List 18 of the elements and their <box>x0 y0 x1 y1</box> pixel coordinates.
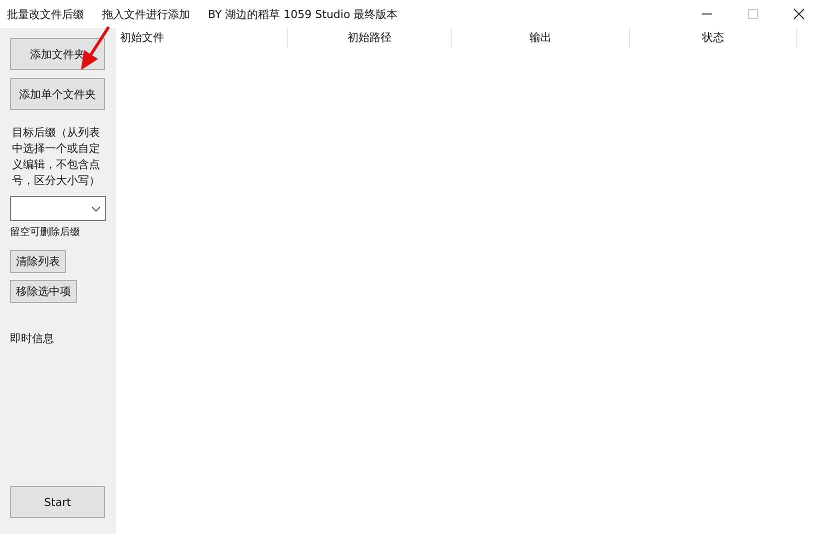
suffix-hint: 留空可删除后缀 <box>10 226 81 239</box>
suffix-combo-box[interactable] <box>10 196 106 221</box>
info-label: 即时信息 <box>10 331 55 346</box>
clear-list-button[interactable]: 清除列表 <box>10 250 66 273</box>
add-folder-button[interactable]: 添加文件夹 <box>10 38 105 70</box>
add-single-folder-button[interactable]: 添加单个文件夹 <box>10 78 105 110</box>
column-header[interactable]: 状态 <box>630 28 797 48</box>
column-header[interactable]: 初始文件 <box>116 28 288 48</box>
suffix-label: 目标后缀（从列表中选择一个或自定义编辑，不包含点号，区分大小写） <box>12 125 101 189</box>
window-title: 批量改文件后缀 <box>7 6 84 22</box>
remove-selected-button[interactable]: 移除选中项 <box>10 280 77 303</box>
chevron-down-icon <box>91 206 101 212</box>
title-text: BY 湖边的稻草 1059 Studio 最终版本 <box>208 6 398 22</box>
column-header[interactable]: 初始路径 <box>288 28 452 48</box>
title-text: 拖入文件进行添加 <box>102 6 190 22</box>
close-icon[interactable] <box>793 8 805 20</box>
column-header[interactable]: 输出 <box>452 28 630 48</box>
start-button[interactable]: Start <box>10 486 105 518</box>
